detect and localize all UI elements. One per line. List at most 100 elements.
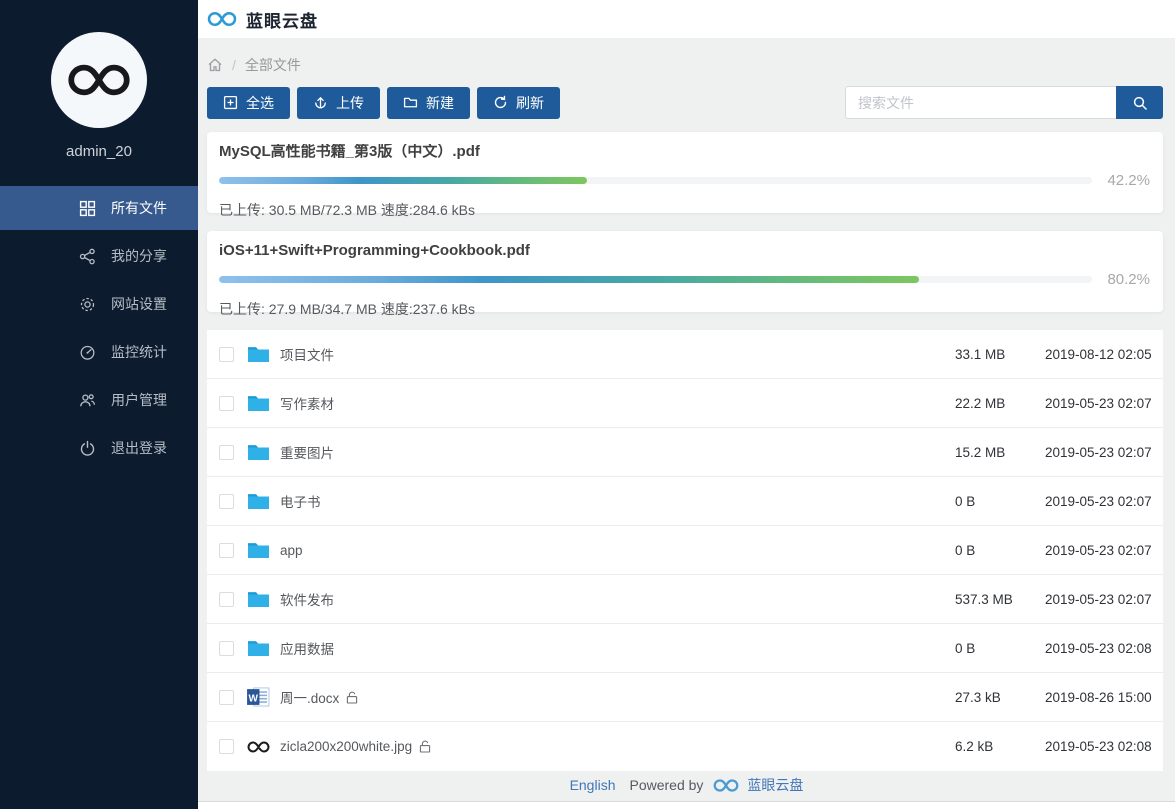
progress-track bbox=[219, 177, 1092, 184]
file-date: 2019-05-23 02:07 bbox=[1045, 395, 1152, 411]
file-date: 2019-05-23 02:08 bbox=[1045, 640, 1152, 656]
breadcrumb: / 全部文件 bbox=[207, 55, 1163, 75]
progress-fill bbox=[219, 177, 588, 184]
row-checkbox[interactable] bbox=[219, 444, 234, 460]
sidebar-item[interactable]: 网站设置 bbox=[0, 282, 198, 326]
brand-infinity-icon bbox=[68, 64, 130, 96]
sidebar-item-label: 退出登录 bbox=[111, 440, 167, 456]
footer: English Powered by 蓝眼云盘 bbox=[198, 771, 1175, 802]
folder-icon bbox=[247, 442, 270, 462]
table-row[interactable]: 应用数据 0 B 2019-05-23 02:08 bbox=[207, 624, 1163, 673]
folder-icon bbox=[247, 344, 270, 364]
sidebar-item-label: 网站设置 bbox=[111, 296, 167, 312]
file-size: 0 B bbox=[955, 640, 976, 656]
file-size: 27.3 kB bbox=[955, 689, 1001, 705]
file-name[interactable]: zicla200x200white.jpg bbox=[280, 739, 412, 754]
folder-icon bbox=[247, 638, 270, 658]
file-size: 0 B bbox=[955, 542, 976, 558]
row-checkbox[interactable] bbox=[219, 395, 234, 411]
file-name[interactable]: 写作素材 bbox=[280, 393, 334, 413]
file-date: 2019-05-23 02:07 bbox=[1045, 542, 1152, 558]
row-checkbox[interactable] bbox=[219, 346, 234, 362]
power-icon bbox=[79, 440, 96, 457]
upload-file-name: MySQL高性能书籍_第3版（中文）.pdf bbox=[219, 144, 480, 160]
file-name[interactable]: app bbox=[280, 543, 303, 558]
file-size: 537.3 MB bbox=[955, 591, 1013, 607]
toolbar: 全选 上传 新建 刷新 bbox=[207, 86, 1163, 119]
select-all-button[interactable]: 全选 bbox=[207, 86, 290, 119]
upload-file-name: iOS+11+Swift+Programming+Cookbook.pdf bbox=[219, 243, 530, 259]
upload-icon bbox=[315, 96, 326, 109]
row-checkbox[interactable] bbox=[219, 640, 234, 656]
folder-icon bbox=[247, 393, 270, 413]
table-row[interactable]: 软件发布 537.3 MB 2019-05-23 02:07 bbox=[207, 575, 1163, 624]
row-checkbox[interactable] bbox=[219, 542, 234, 558]
sidebar-item[interactable]: 监控统计 bbox=[0, 330, 198, 374]
file-size: 0 B bbox=[955, 493, 976, 509]
app-logo-icon[interactable] bbox=[207, 10, 237, 28]
content: / 全部文件 全选 上传 新建 刷新 搜索文件 MySQL高性能书籍_第3版（中… bbox=[198, 38, 1175, 771]
breadcrumb-current: 全部文件 bbox=[244, 57, 301, 73]
app-header: 蓝眼云盘 bbox=[198, 0, 1175, 38]
table-row[interactable]: 写作素材 22.2 MB 2019-05-23 02:07 bbox=[207, 379, 1163, 428]
table-row[interactable]: zicla200x200white.jpg 6.2 kB 2019-05-23 02… bbox=[207, 722, 1163, 771]
file-date: 2019-05-23 02:07 bbox=[1045, 591, 1152, 607]
file-name[interactable]: 软件发布 bbox=[280, 589, 334, 609]
refresh-button[interactable]: 刷新 bbox=[477, 86, 560, 119]
username: admin_20 bbox=[66, 143, 132, 160]
brand-link[interactable]: 蓝眼云盘 bbox=[747, 776, 803, 795]
home-icon[interactable] bbox=[207, 57, 223, 73]
table-row[interactable]: W 周一.docx 27.3 kB 2019-08-26 15:00 bbox=[207, 673, 1163, 722]
sidebar-item[interactable]: 我的分享 bbox=[0, 234, 198, 278]
sidebar-menu: 所有文件 我的分享网站设置监控统计用户管理退出登录 bbox=[0, 186, 198, 470]
search-button[interactable] bbox=[1116, 86, 1163, 119]
refresh-icon bbox=[494, 95, 507, 109]
folder-outline-icon bbox=[403, 97, 418, 108]
upload-status: 已上传: 30.5 MB/72.3 MB 速度:284.6 kBs bbox=[219, 202, 475, 218]
table-row[interactable]: app 0 B 2019-05-23 02:07 bbox=[207, 526, 1163, 575]
gauge-icon bbox=[79, 344, 96, 361]
file-date: 2019-08-26 15:00 bbox=[1045, 689, 1152, 705]
file-date: 2019-08-12 02:05 bbox=[1045, 346, 1152, 362]
upload-card: MySQL高性能书籍_第3版（中文）.pdf 42.2% 已上传: 30.5 M… bbox=[207, 132, 1163, 218]
progress-track bbox=[219, 276, 1092, 283]
main-area: 蓝眼云盘 / 全部文件 全选 上传 新建 刷新 搜索文件 MySQL高性能书籍_… bbox=[198, 0, 1175, 809]
upload-card: iOS+11+Swift+Programming+Cookbook.pdf 80… bbox=[207, 231, 1163, 317]
grid-icon bbox=[79, 200, 96, 217]
row-checkbox[interactable] bbox=[219, 689, 234, 705]
file-name[interactable]: 重要图片 bbox=[280, 442, 334, 462]
file-name[interactable]: 项目文件 bbox=[280, 344, 334, 364]
image-icon bbox=[247, 737, 270, 757]
unlock-icon bbox=[346, 691, 358, 704]
file-name[interactable]: 周一.docx bbox=[280, 687, 339, 707]
sidebar-item[interactable]: 所有文件 bbox=[0, 186, 198, 230]
row-checkbox[interactable] bbox=[219, 739, 234, 754]
page-title: 蓝眼云盘 bbox=[246, 11, 318, 31]
new-folder-button[interactable]: 新建 bbox=[387, 86, 470, 119]
avatar[interactable] bbox=[51, 32, 147, 128]
language-link[interactable]: English bbox=[570, 776, 616, 795]
table-row[interactable]: 重要图片 15.2 MB 2019-05-23 02:07 bbox=[207, 428, 1163, 477]
sidebar-item[interactable]: 用户管理 bbox=[0, 378, 198, 422]
breadcrumb-separator: / bbox=[232, 57, 236, 73]
table-row[interactable]: 电子书 0 B 2019-05-23 02:07 bbox=[207, 477, 1163, 526]
file-size: 33.1 MB bbox=[955, 346, 1006, 362]
word-icon: W bbox=[247, 687, 270, 707]
progress-percent: 42.2% bbox=[1107, 172, 1150, 189]
share-icon bbox=[79, 248, 96, 265]
progress-percent: 80.2% bbox=[1107, 271, 1150, 288]
sidebar-item-label: 监控统计 bbox=[111, 344, 167, 360]
search-input[interactable] bbox=[845, 86, 1116, 119]
file-name[interactable]: 应用数据 bbox=[280, 638, 334, 658]
file-date: 2019-05-23 02:08 bbox=[1045, 739, 1152, 754]
sidebar-item[interactable]: 退出登录 bbox=[0, 426, 198, 470]
svg-text:W: W bbox=[249, 693, 259, 704]
users-icon bbox=[79, 392, 96, 409]
gear-icon bbox=[79, 296, 96, 313]
row-checkbox[interactable] bbox=[219, 591, 234, 607]
row-checkbox[interactable] bbox=[219, 493, 234, 509]
table-row[interactable]: 项目文件 33.1 MB 2019-08-12 02:05 bbox=[207, 330, 1163, 379]
upload-button[interactable]: 上传 bbox=[297, 86, 380, 119]
file-name[interactable]: 电子书 bbox=[280, 491, 321, 511]
folder-icon bbox=[247, 540, 270, 560]
